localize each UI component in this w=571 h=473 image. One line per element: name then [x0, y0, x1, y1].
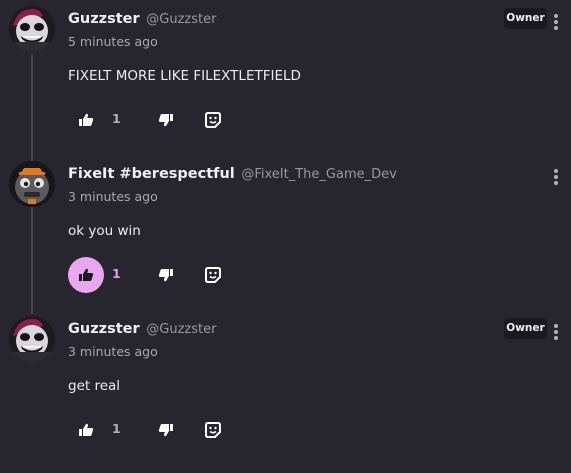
comment-text: FIXELT MORE LIKE FILEXTLETFIELD [68, 68, 301, 84]
author-line: Guzzster @Guzzster [68, 320, 216, 339]
like-count: 1 [112, 266, 121, 281]
dislike-button[interactable] [148, 412, 184, 448]
like-button[interactable] [68, 412, 104, 448]
comment-text: get real [68, 378, 121, 394]
author-handle: @Guzzster [146, 322, 217, 337]
add-reaction-icon [205, 267, 221, 283]
author-line: FixeIt #berespectful @FixeIt_The_Game_De… [68, 165, 397, 184]
like-button[interactable] [68, 257, 104, 293]
author-handle: @Guzzster [146, 12, 217, 27]
dislike-button[interactable] [148, 257, 184, 293]
like-button[interactable] [68, 102, 104, 138]
timestamp: 5 minutes ago [68, 34, 158, 49]
owner-badge: Owner [504, 8, 547, 29]
add-reaction-button[interactable] [195, 257, 231, 293]
thumbs-up-icon [79, 268, 94, 281]
thumbs-down-icon [158, 114, 173, 127]
avatar[interactable] [9, 316, 55, 362]
avatar[interactable] [9, 161, 55, 207]
author-handle: @FixeIt_The_Game_Dev [241, 167, 397, 182]
comment-actions: 1 [68, 102, 268, 138]
author-line: Guzzster @Guzzster [68, 10, 216, 29]
thumbs-down-icon [158, 424, 173, 437]
author-name[interactable]: Guzzster [68, 321, 140, 337]
more-options-button[interactable] [549, 12, 563, 32]
like-count: 1 [112, 421, 121, 436]
comment: FixeIt #berespectful @FixeIt_The_Game_De… [0, 155, 571, 310]
add-reaction-icon [205, 422, 221, 438]
more-options-button[interactable] [549, 167, 563, 187]
timestamp: 3 minutes ago [68, 189, 158, 204]
thumbs-down-icon [158, 269, 173, 282]
avatar[interactable] [9, 6, 55, 52]
add-reaction-icon [205, 112, 221, 128]
thumbs-up-icon [79, 113, 94, 126]
comment-thread: Guzzster @Guzzster 5 minutes ago Owner F… [0, 0, 571, 473]
comment: Guzzster @Guzzster 3 minutes ago Owner g… [0, 310, 571, 465]
more-vertical-icon [554, 14, 558, 18]
add-reaction-button[interactable] [195, 412, 231, 448]
timestamp: 3 minutes ago [68, 344, 158, 359]
dislike-button[interactable] [148, 102, 184, 138]
more-vertical-icon [554, 324, 558, 328]
add-reaction-button[interactable] [195, 102, 231, 138]
comment: Guzzster @Guzzster 5 minutes ago Owner F… [0, 0, 571, 155]
owner-badge: Owner [504, 318, 547, 339]
author-name[interactable]: FixeIt #berespectful [68, 166, 235, 182]
more-vertical-icon [554, 169, 558, 173]
comment-text: ok you win [68, 223, 141, 239]
more-options-button[interactable] [549, 322, 563, 342]
like-count: 1 [112, 111, 121, 126]
author-name[interactable]: Guzzster [68, 11, 140, 27]
comment-actions: 1 [68, 257, 268, 293]
comment-actions: 1 [68, 412, 268, 448]
thumbs-up-icon [79, 423, 94, 436]
